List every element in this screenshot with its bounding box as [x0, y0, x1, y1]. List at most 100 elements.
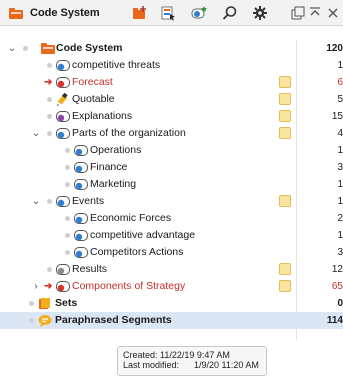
tree-row-label: Results [72, 263, 108, 275]
tree-row-sets[interactable]: Sets 0 [0, 295, 343, 312]
status-dot [47, 114, 52, 119]
memo-icon[interactable] [279, 127, 291, 139]
tree-row-marketing[interactable]: Marketing 1 [0, 176, 343, 193]
tree-row-finance[interactable]: Finance 3 [0, 159, 343, 176]
tree-row-count: 2 [337, 213, 343, 224]
tree-row-code-system[interactable]: ⌄ Code System 120 [0, 40, 343, 57]
tree-row-count: 12 [331, 264, 343, 275]
memo-icon[interactable] [279, 195, 291, 207]
tree-row-count: 4 [337, 128, 343, 139]
tree-row-label: Paraphrased Segments [55, 314, 172, 326]
memo-icon[interactable] [279, 76, 291, 88]
tree-row-count: 3 [337, 247, 343, 258]
collapse-icon[interactable] [307, 5, 323, 21]
code-icon [74, 213, 88, 224]
tree-row-label: competitive advantage [90, 229, 196, 241]
code-icon [56, 128, 70, 139]
tree-row-label: Marketing [90, 178, 137, 190]
tree-row-label: Quotable [72, 93, 115, 105]
tree-row-count: 6 [337, 77, 343, 88]
code-icon [56, 281, 70, 292]
tree-row-results[interactable]: Results 12 [0, 261, 343, 278]
status-dot [47, 267, 52, 272]
tree-row-label: Explanations [72, 110, 133, 122]
tree-row-competitive-threats[interactable]: competitive threats 1 [0, 57, 343, 74]
new-code-icon[interactable] [132, 5, 148, 21]
tree-row-economic-forces[interactable]: Economic Forces 2 [0, 210, 343, 227]
chevron-right-icon[interactable]: › [31, 278, 41, 295]
code-icon [74, 179, 88, 190]
tree-row-competitive-advantage[interactable]: competitive advantage 1 [0, 227, 343, 244]
tooltip-modified: Last modified: 1/9/20 11:20 AM [123, 360, 259, 370]
status-dot [65, 233, 70, 238]
status-dot [29, 318, 34, 323]
tree-row-count: 15 [331, 111, 343, 122]
status-dot [65, 148, 70, 153]
code-icon [74, 162, 88, 173]
chevron-down-icon[interactable]: ⌄ [31, 193, 41, 210]
code-icon [56, 196, 70, 207]
tree-row-count: 1 [337, 230, 343, 241]
code-icon [74, 230, 88, 241]
memo-icon[interactable] [279, 280, 291, 292]
search-icon[interactable] [222, 5, 238, 21]
status-dot [47, 63, 52, 68]
toolbar: Code System [0, 0, 343, 26]
status-dot [65, 182, 70, 187]
tree-row-explanations[interactable]: Explanations 15 [0, 108, 343, 125]
arrow-right-icon: ➜ [44, 281, 53, 292]
tree-row-operations[interactable]: Operations 1 [0, 142, 343, 159]
tree-row-count: 65 [331, 281, 343, 292]
tree-row-parts-of-the-organization[interactable]: ⌄ Parts of the organization 4 [0, 125, 343, 142]
tree-row-count: 1 [337, 145, 343, 156]
tree-row-count: 0 [337, 298, 343, 309]
status-dot [65, 165, 70, 170]
tree-row-label: Forecast [72, 76, 113, 88]
tooltip: Created: 11/22/19 9:47 AM Last modified:… [117, 346, 267, 376]
close-icon[interactable] [325, 5, 341, 21]
status-dot [65, 250, 70, 255]
memo-icon[interactable] [279, 263, 291, 275]
tree-row-quotable[interactable]: Quotable 5 [0, 91, 343, 108]
chevron-down-icon[interactable]: ⌄ [31, 125, 41, 142]
tree-row-label: Code System [56, 42, 123, 54]
tree-row-label: Components of Strategy [72, 280, 186, 292]
code-icon [56, 111, 70, 122]
highlighter-icon [57, 93, 68, 106]
activate-icon[interactable] [160, 5, 176, 21]
tree-row-count: 114 [326, 315, 343, 326]
code-system-icon [9, 8, 23, 19]
settings-icon[interactable] [252, 5, 268, 21]
tree-row-label: Finance [90, 161, 128, 173]
code-favorites-icon[interactable] [191, 5, 207, 21]
tree-row-count: 3 [337, 162, 343, 173]
tree-row-label: Events [72, 195, 105, 207]
chevron-down-icon[interactable]: ⌄ [7, 40, 17, 57]
memo-icon[interactable] [279, 93, 291, 105]
arrow-right-icon: ➜ [44, 77, 53, 88]
tree-row-count: 5 [337, 94, 343, 105]
undock-icon[interactable] [290, 5, 306, 21]
tree-row-label: Economic Forces [90, 212, 172, 224]
tree-row-events[interactable]: ⌄ Events 1 [0, 193, 343, 210]
speech-bubble-icon [38, 315, 52, 327]
status-dot [65, 216, 70, 221]
tree-row-count: 1 [337, 179, 343, 190]
tree-row-paraphrased-segments[interactable]: Paraphrased Segments 114 [0, 312, 343, 329]
code-icon [56, 264, 70, 275]
panel-title: Code System [30, 7, 100, 19]
tree-row-competitors-actions[interactable]: Competitors Actions 3 [0, 244, 343, 261]
status-dot [29, 301, 34, 306]
tree-row-label: competitive threats [72, 59, 161, 71]
tree-row-components-of-strategy[interactable]: › ➜ Components of Strategy 65 [0, 278, 343, 295]
code-system-icon [41, 43, 55, 54]
status-dot [47, 199, 52, 204]
tree-row-count: 1 [337, 60, 343, 71]
sets-folder-icon [39, 298, 50, 309]
memo-icon[interactable] [279, 110, 291, 122]
tree-row-label: Competitors Actions [90, 246, 184, 258]
tree-row-forecast[interactable]: ➜ Forecast 6 [0, 74, 343, 91]
status-dot [47, 97, 52, 102]
code-icon [74, 145, 88, 156]
status-dot [47, 131, 52, 136]
